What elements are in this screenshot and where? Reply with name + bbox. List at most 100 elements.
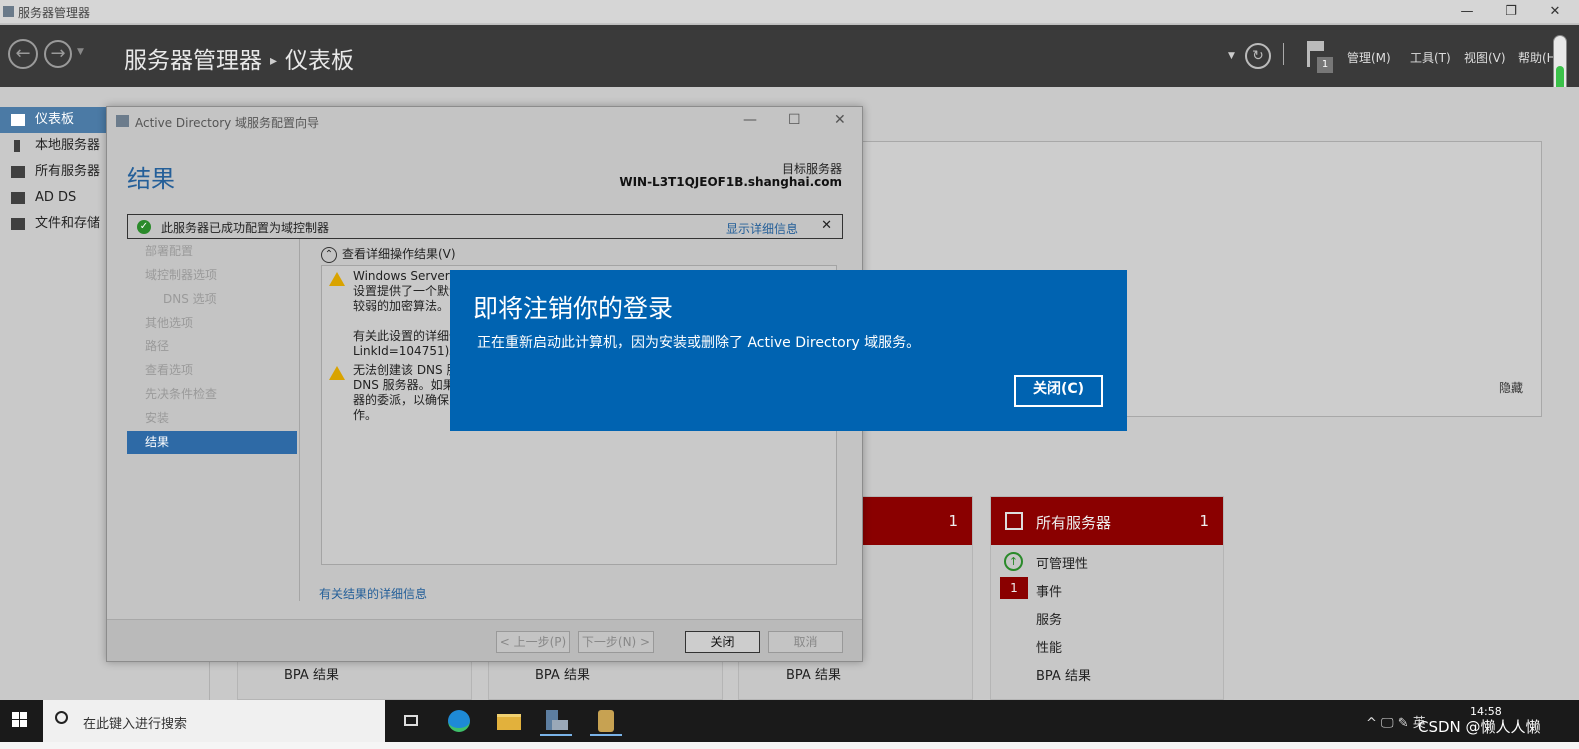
- task-view-icon[interactable]: [395, 706, 427, 736]
- signout-close-button[interactable]: 关闭(C): [1014, 375, 1103, 407]
- signout-title: 即将注销你的登录: [473, 294, 674, 323]
- next-button[interactable]: 下一步(N) >: [578, 631, 654, 653]
- breadcrumb-app[interactable]: 服务器管理器: [124, 48, 262, 74]
- minimize-button[interactable]: —: [1455, 2, 1479, 22]
- search-placeholder: 在此键入进行搜索: [83, 717, 188, 732]
- close-window-button[interactable]: ✕: [1543, 2, 1567, 22]
- all-servers-tile[interactable]: 所有服务器 1 ↑ 可管理性 1 事件 服务 性能 BPA 结果: [990, 496, 1224, 700]
- warning-icon: [329, 366, 345, 380]
- sidebar-item-label: 文件和存储: [35, 216, 101, 231]
- tile-partial: [488, 662, 723, 700]
- step-deployment-config[interactable]: 部署配置: [127, 240, 297, 263]
- app-header: ← → ▼ 服务器管理器 ▸ 仪表板 ▼ ↻ 1 管理(M) 工具(T) 视图(V)…: [0, 25, 1579, 87]
- success-message: 此服务器已成功配置为域控制器: [161, 221, 330, 235]
- ad-ds-icon: [11, 192, 25, 204]
- signout-message: 正在重新启动此计算机，因为安装或删除了 Active Directory 域服务…: [477, 335, 921, 351]
- notifications-flag-icon[interactable]: 1: [1305, 41, 1333, 75]
- window-title: 服务器管理器: [18, 6, 91, 20]
- events-badge: 1: [1000, 577, 1028, 599]
- sidebar-item-label: 仪表板: [35, 112, 75, 127]
- success-check-icon: ✓: [137, 220, 151, 234]
- step-review-options[interactable]: 查看选项: [127, 359, 297, 382]
- step-paths[interactable]: 路径: [127, 335, 297, 358]
- bottom-strip: [0, 742, 1579, 749]
- dashboard-icon: [11, 114, 25, 126]
- tile-row-services[interactable]: 服务: [1036, 609, 1062, 628]
- windows-start-icon[interactable]: [12, 712, 28, 728]
- sidebar-item-label: AD DS: [35, 190, 77, 205]
- tile-count: 1: [948, 512, 958, 530]
- previous-button[interactable]: < 上一步(P): [496, 631, 570, 653]
- tools-taskbar-icon[interactable]: [590, 706, 622, 736]
- restore-button[interactable]: ❐: [1499, 2, 1523, 22]
- sidebar-item-label: 所有服务器: [35, 164, 101, 179]
- taskbar-search-box[interactable]: 在此键入进行搜索: [43, 700, 385, 742]
- server-manager-taskbar-icon[interactable]: [540, 706, 572, 736]
- tile-row-manageability[interactable]: 可管理性: [1036, 553, 1088, 572]
- step-installation[interactable]: 安装: [127, 407, 297, 430]
- signout-warning-dialog: 即将注销你的登录 正在重新启动此计算机，因为安装或删除了 Active Dire…: [450, 270, 1127, 431]
- more-info-link[interactable]: 有关结果的详细信息: [319, 585, 427, 602]
- success-banner: ✓ 此服务器已成功配置为域控制器 显示详细信息 ✕: [127, 214, 843, 239]
- bpa-results-2[interactable]: BPA 结果: [535, 664, 590, 683]
- header-divider: [1283, 43, 1284, 65]
- file-explorer-icon[interactable]: [493, 706, 525, 736]
- tile-partial: [237, 662, 472, 700]
- servers-icon: [1005, 512, 1023, 530]
- view-results-label: 查看详细操作结果(V): [342, 247, 456, 261]
- storage-icon: [11, 218, 25, 230]
- result-item-2: 无法创建该 DNS 服 DNS 服务器。如果 器的委派，以确保 作。: [353, 363, 458, 422]
- tile-header: 所有服务器 1: [991, 497, 1223, 545]
- warning-icon: [329, 272, 345, 286]
- servers-icon: [11, 166, 25, 178]
- tile-title: 所有服务器: [1036, 514, 1112, 532]
- wizard-close-button[interactable]: ✕: [834, 112, 846, 128]
- breadcrumb-page: 仪表板: [285, 48, 355, 74]
- step-dc-options[interactable]: 域控制器选项: [127, 264, 297, 287]
- step-results[interactable]: 结果: [127, 431, 297, 454]
- tile-row-bpa[interactable]: BPA 结果: [1036, 665, 1091, 684]
- menu-view[interactable]: 视图(V): [1464, 49, 1506, 66]
- sidebar-item-label: 本地服务器: [35, 138, 101, 153]
- wizard-maximize-button[interactable]: ☐: [788, 112, 801, 128]
- result-item-1: Windows Server 设置提供了一个默认 较弱的加密算法。 有关此设置的…: [353, 269, 462, 358]
- step-dns-options[interactable]: DNS 选项: [127, 288, 297, 311]
- history-dropdown-icon[interactable]: ▼: [77, 47, 84, 57]
- search-icon: [55, 711, 68, 724]
- collapse-icon: ⌃: [321, 246, 337, 263]
- dismiss-banner-button[interactable]: ✕: [821, 218, 832, 233]
- taskbar: 在此键入进行搜索 ^ 🖵 ✎ 英 14:58 CSDN @懒人人懒: [0, 700, 1579, 742]
- back-button[interactable]: ←: [8, 39, 38, 69]
- hide-link[interactable]: 隐藏: [1499, 379, 1523, 396]
- notification-count: 1: [1317, 57, 1333, 73]
- menu-manage[interactable]: 管理(M): [1347, 49, 1391, 66]
- watermark: CSDN @懒人人懒: [1418, 718, 1541, 736]
- server-icon: [14, 140, 20, 152]
- target-server-value: WIN-L3T1QJEOF1B.shanghai.com: [619, 175, 842, 189]
- wizard-minimize-button[interactable]: —: [743, 112, 757, 128]
- step-divider: [299, 239, 300, 601]
- breadcrumb: 服务器管理器 ▸ 仪表板: [124, 41, 354, 75]
- wizard-footer: < 上一步(P) 下一步(N) > 关闭 取消: [107, 619, 862, 661]
- forward-button[interactable]: →: [44, 40, 72, 68]
- dropdown-icon[interactable]: ▼: [1228, 51, 1235, 61]
- refresh-icon[interactable]: ↻: [1245, 43, 1271, 69]
- wizard-title: Active Directory 域服务配置向导: [135, 116, 320, 130]
- bpa-results-1[interactable]: BPA 结果: [284, 664, 339, 683]
- bpa-results-3[interactable]: BPA 结果: [786, 664, 841, 683]
- tile-row-performance[interactable]: 性能: [1036, 637, 1062, 656]
- step-additional-options[interactable]: 其他选项: [127, 312, 297, 335]
- menu-tools[interactable]: 工具(T): [1410, 49, 1451, 66]
- tile-row-events[interactable]: 事件: [1036, 581, 1062, 600]
- window-title-bar: 服务器管理器 — ❐ ✕: [0, 0, 1579, 24]
- tile-count: 1: [1199, 512, 1209, 530]
- edge-browser-icon[interactable]: [443, 706, 475, 736]
- system-tray[interactable]: ^ 🖵 ✎ 英: [1366, 712, 1426, 731]
- server-manager-icon: [3, 6, 14, 17]
- step-prereq-check[interactable]: 先决条件检查: [127, 383, 297, 406]
- manageability-ok-icon: ↑: [1004, 552, 1023, 571]
- view-results-toggle[interactable]: ⌃ 查看详细操作结果(V): [321, 245, 456, 263]
- show-details-link[interactable]: 显示详细信息: [726, 220, 798, 237]
- close-button[interactable]: 关闭: [685, 631, 760, 653]
- cancel-button[interactable]: 取消: [768, 631, 843, 653]
